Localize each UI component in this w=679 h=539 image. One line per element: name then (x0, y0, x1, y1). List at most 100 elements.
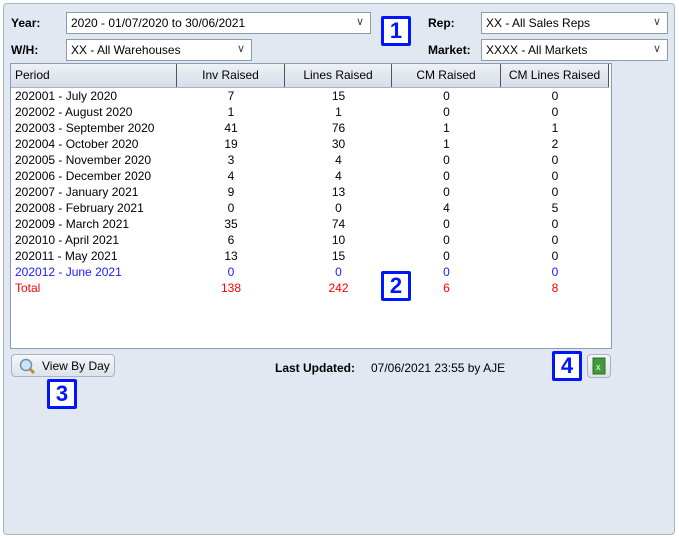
col-lines-raised[interactable]: Lines Raised (285, 64, 392, 87)
table-row[interactable]: 202009 - March 2021 35 74 0 0 (11, 216, 609, 232)
market-label: Market: (428, 43, 471, 57)
cell-cm-raised: 0 (443, 169, 450, 183)
cell-lines-raised: 0 (335, 201, 342, 215)
table-row[interactable]: 202004 - October 2020 19 30 1 2 (11, 136, 609, 152)
cell-inv-raised: 35 (224, 217, 238, 231)
cell-inv-raised: 1 (227, 105, 235, 119)
cell-cm-lines-raised: 2 (551, 137, 559, 151)
cell-inv-raised: 7 (227, 89, 235, 103)
cell-cm-raised: 1 (443, 121, 450, 135)
chevron-down-icon: ∨ (236, 43, 245, 55)
cell-period: 202003 - September 2020 (15, 121, 155, 135)
view-by-day-button[interactable]: View By Day (11, 354, 115, 377)
cell-lines-raised: 1 (335, 105, 342, 119)
cell-period: 202005 - November 2020 (15, 153, 152, 167)
cell-period: 202006 - December 2020 (15, 169, 152, 183)
cell-period: 202012 - June 2021 (15, 265, 122, 279)
cell-lines-raised: 30 (331, 137, 346, 151)
rep-select[interactable]: XX - All Sales Reps ∨ (481, 12, 668, 34)
cell-inv-raised: 4 (227, 169, 235, 183)
cell-cm-lines-raised: 1 (551, 121, 559, 135)
market-select-value: XXXX - All Markets (486, 43, 588, 57)
last-updated-value: 07/06/2021 23:55 by AJE (371, 361, 506, 375)
cell-cm-raised: 0 (443, 217, 450, 231)
export-excel-button[interactable]: x (587, 354, 611, 378)
cell-inv-raised: 0 (227, 265, 235, 279)
cell-period: 202001 - July 2020 (15, 89, 118, 103)
cell-inv-raised: 138 (220, 281, 242, 295)
table-row[interactable]: 202012 - June 2021 0 0 0 0 (11, 264, 609, 280)
cell-cm-lines-raised: 0 (551, 169, 559, 183)
cell-period: 202011 - May 2021 (15, 249, 118, 263)
table-row[interactable]: 202002 - August 2020 1 1 0 0 (11, 104, 609, 120)
col-cm-raised[interactable]: CM Raised (392, 64, 501, 87)
table-row[interactable]: 202006 - December 2020 4 4 0 0 (11, 168, 609, 184)
cell-inv-raised: 0 (227, 201, 235, 215)
cell-cm-lines-raised: 0 (551, 249, 559, 263)
magnifier-icon (19, 358, 36, 374)
cell-inv-raised: 6 (227, 233, 235, 247)
rep-select-value: XX - All Sales Reps (486, 16, 591, 30)
cell-period: 202004 - October 2020 (15, 137, 139, 151)
cell-cm-lines-raised: 0 (551, 89, 559, 103)
col-inv-raised[interactable]: Inv Raised (177, 64, 285, 87)
cell-period: Total (15, 281, 41, 295)
warehouse-select[interactable]: XX - All Warehouses ∨ (66, 39, 252, 61)
cell-cm-lines-raised: 0 (551, 105, 559, 119)
cell-lines-raised: 76 (331, 121, 346, 135)
cell-cm-lines-raised: 0 (551, 185, 559, 199)
chevron-down-icon: ∨ (355, 16, 364, 28)
cell-inv-raised: 3 (227, 153, 235, 167)
table-row[interactable]: 202008 - February 2021 0 0 4 5 (11, 200, 609, 216)
cell-cm-raised: 4 (443, 201, 450, 215)
cell-cm-raised: 0 (443, 153, 450, 167)
marker-4: 4 (552, 351, 582, 381)
table-row[interactable]: 202003 - September 2020 41 76 1 1 (11, 120, 609, 136)
cell-lines-raised: 0 (335, 265, 342, 279)
market-select[interactable]: XXXX - All Markets ∨ (481, 39, 668, 61)
cell-cm-lines-raised: 0 (551, 233, 559, 247)
cell-period: 202008 - February 2021 (15, 201, 144, 215)
cell-cm-lines-raised: 0 (551, 265, 559, 279)
col-period[interactable]: Period (11, 64, 177, 87)
cell-cm-lines-raised: 0 (551, 217, 559, 231)
cell-cm-raised: 1 (443, 137, 450, 151)
cell-lines-raised: 15 (331, 249, 346, 263)
cell-cm-raised: 0 (443, 233, 450, 247)
cell-lines-raised: 15 (331, 89, 346, 103)
cell-lines-raised: 242 (328, 281, 349, 295)
cell-inv-raised: 41 (224, 121, 238, 135)
total-row[interactable]: Total 138 242 6 8 (11, 280, 609, 296)
marker-1: 1 (381, 16, 411, 46)
cell-cm-raised: 0 (443, 89, 450, 103)
cell-lines-raised: 4 (335, 153, 342, 167)
cell-lines-raised: 10 (331, 233, 346, 247)
table-row[interactable]: 202011 - May 2021 13 15 0 0 (11, 248, 609, 264)
svg-text:x: x (596, 362, 601, 372)
cell-period: 202002 - August 2020 (15, 105, 133, 119)
cell-cm-raised: 0 (443, 185, 450, 199)
year-label: Year: (11, 16, 41, 30)
period-grid[interactable]: Period Inv Raised Lines Raised CM Raised… (10, 63, 612, 349)
cell-inv-raised: 13 (224, 249, 238, 263)
table-row[interactable]: 202005 - November 2020 3 4 0 0 (11, 152, 609, 168)
col-cm-lines-raised[interactable]: CM Lines Raised (501, 64, 609, 87)
wh-label: W/H: (11, 43, 39, 57)
cell-period: 202007 - January 2021 (15, 185, 139, 199)
marker-3: 3 (47, 379, 77, 409)
last-updated-label: Last Updated: (275, 361, 356, 375)
cell-cm-raised: 0 (443, 249, 450, 263)
rep-label: Rep: (428, 16, 455, 30)
table-row[interactable]: 202010 - April 2021 6 10 0 0 (11, 232, 609, 248)
year-select-value: 2020 - 01/07/2020 to 30/06/2021 (71, 16, 246, 30)
cell-lines-raised: 13 (331, 185, 346, 199)
grid-header: Period Inv Raised Lines Raised CM Raised… (11, 64, 609, 88)
year-select[interactable]: 2020 - 01/07/2020 to 30/06/2021 ∨ (66, 12, 371, 34)
cell-cm-lines-raised: 8 (551, 281, 559, 295)
cell-period: 202010 - April 2021 (15, 233, 120, 247)
cell-inv-raised: 9 (227, 185, 235, 199)
table-row[interactable]: 202007 - January 2021 9 13 0 0 (11, 184, 609, 200)
table-row[interactable]: 202001 - July 2020 7 15 0 0 (11, 88, 609, 104)
cell-inv-raised: 19 (224, 137, 238, 151)
cell-cm-raised: 0 (443, 105, 450, 119)
